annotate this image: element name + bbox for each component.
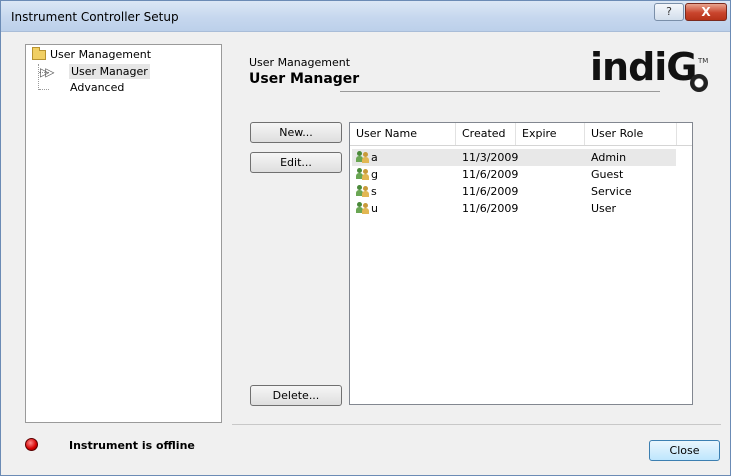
close-button[interactable]: Close — [649, 440, 720, 461]
cell-created: 11/6/2009 — [462, 168, 519, 181]
users-list[interactable]: User Name Created Expire User Role a 11/… — [349, 122, 693, 405]
footer-divider — [232, 424, 721, 425]
cell-role: User — [591, 202, 617, 215]
logo-trademark: TM — [698, 57, 709, 65]
window-close-button[interactable]: X — [685, 3, 727, 21]
window-title: Instrument Controller Setup — [11, 10, 179, 24]
cell-created: 11/6/2009 — [462, 202, 519, 215]
status-led-icon — [25, 438, 38, 451]
user-group-icon — [356, 168, 370, 180]
status-text: Instrument is offline — [69, 439, 195, 452]
tree-item-advanced[interactable]: Advanced — [70, 81, 124, 94]
delete-user-button[interactable]: Delete... — [250, 385, 342, 406]
setup-window: Instrument Controller Setup ? X User Man… — [0, 0, 731, 476]
section-label: User Management — [249, 56, 351, 69]
column-header-expire[interactable]: Expire — [516, 123, 585, 145]
page-title: User Manager — [249, 71, 360, 87]
table-row[interactable]: a 11/3/2009 Admin — [352, 149, 676, 166]
cell-role: Service — [591, 185, 632, 198]
tree-root-label: User Management — [50, 48, 152, 61]
table-row[interactable]: u 11/6/2009 User — [352, 200, 676, 217]
cell-user-name: u — [371, 202, 378, 215]
title-bar[interactable]: Instrument Controller Setup ? X — [1, 1, 730, 32]
logo-lens-icon — [690, 74, 708, 92]
cell-created: 11/3/2009 — [462, 151, 519, 164]
column-header-created[interactable]: Created — [456, 123, 516, 145]
table-row[interactable]: g 11/6/2009 Guest — [352, 166, 676, 183]
column-header-user-role[interactable]: User Role — [585, 123, 677, 145]
cell-user-name: a — [371, 151, 378, 164]
cell-role: Admin — [591, 151, 627, 164]
edit-user-button[interactable]: Edit... — [250, 152, 342, 173]
help-button[interactable]: ? — [654, 3, 684, 21]
users-list-header: User Name Created Expire User Role — [350, 123, 692, 146]
folder-icon — [32, 47, 46, 60]
user-group-icon — [356, 185, 370, 197]
user-group-icon — [356, 202, 370, 214]
tree-connector — [38, 64, 39, 90]
cell-role: Guest — [591, 168, 624, 181]
cell-created: 11/6/2009 — [462, 185, 519, 198]
cell-user-name: s — [371, 185, 377, 198]
double-arrow-icon: ▷▷ — [40, 65, 55, 79]
table-row[interactable]: s 11/6/2009 Service — [352, 183, 676, 200]
user-group-icon — [356, 151, 370, 163]
new-user-button[interactable]: New... — [250, 122, 342, 143]
indigo-logo: indiG TM — [590, 45, 720, 99]
tree-item-label: User Manager — [69, 64, 150, 79]
cell-user-name: g — [371, 168, 378, 181]
logo-wordmark: indiG — [590, 45, 697, 89]
navigation-tree[interactable]: User Management ▷▷ User Manager Advanced — [25, 44, 222, 423]
tree-connector — [39, 89, 49, 90]
column-header-user-name[interactable]: User Name — [350, 123, 456, 145]
